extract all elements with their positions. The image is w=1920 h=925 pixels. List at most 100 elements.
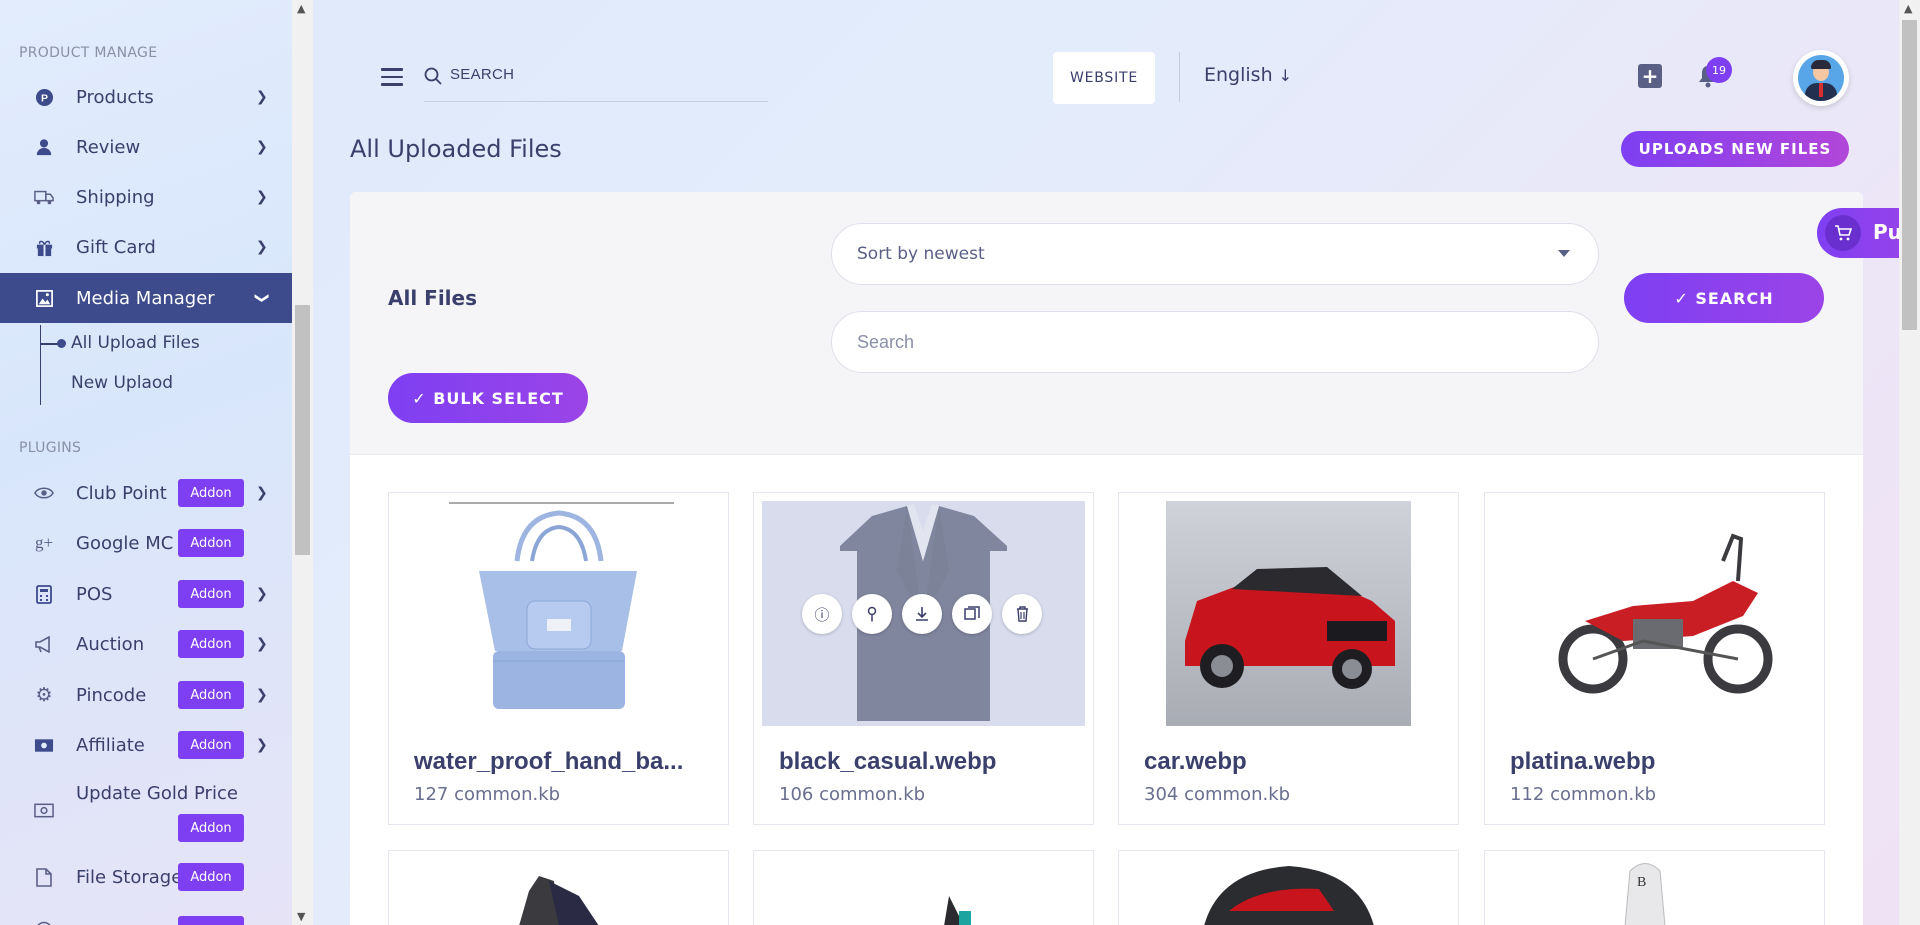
trash-icon[interactable] [1002,594,1042,634]
sidebar-item-partial[interactable] [0,905,292,925]
chevron-right-icon: ❯ [256,139,268,155]
file-thumbnail[interactable] [1493,501,1816,726]
bulk-select-label: BULK SELECT [433,388,564,408]
sidebar-item-pincode[interactable]: ⚙ Pincode Addon ❯ [0,670,292,720]
website-button[interactable]: WEBSITE [1053,52,1155,104]
addon-badge: Addon [178,681,244,709]
avatar[interactable] [1793,50,1849,106]
file-size: 112 common.kb [1510,784,1657,805]
chevron-right-icon: ❯ [256,737,268,753]
file-card[interactable]: B [1484,850,1825,925]
file-thumbnail[interactable] [1127,501,1450,726]
page-title: All Uploaded Files [350,135,562,163]
file-card[interactable]: water_proof_hand_ba... 127 common.kb [388,492,729,825]
files-search-input[interactable] [857,312,1557,372]
files-search-field [831,311,1599,373]
chevron-right-icon: ❯ [256,485,268,501]
sidebar-item-products[interactable]: P Products ❯ [0,72,292,122]
clock-icon [34,920,54,925]
search-button[interactable]: ✓ SEARCH [1624,273,1824,323]
add-icon[interactable]: + [1638,64,1662,88]
bulk-select-button[interactable]: ✓ BULK SELECT [388,373,588,423]
addon-badge: Addon [178,731,244,759]
addon-badge: Addon [178,814,244,842]
sidebar-item-review[interactable]: Review ❯ [0,122,292,172]
file-icon [34,867,54,887]
sidebar-item-affiliate[interactable]: Affiliate Addon ❯ [0,720,292,770]
sidebar-item-auction[interactable]: Auction Addon ❯ [0,619,292,669]
submenu-item-all-upload-files[interactable]: All Upload Files [71,333,200,353]
gift-icon [34,237,54,257]
addon-badge: Addon [178,529,244,557]
chevron-right-icon: ❯ [256,239,268,255]
file-thumbnail[interactable]: ⓘ [762,501,1085,726]
money-icon [34,800,54,820]
language-selector[interactable]: English ↓ [1204,64,1292,86]
sidebar-item-label: Club Point [76,482,167,504]
money-icon [34,735,54,755]
chevron-right-icon: ❯ [256,636,268,652]
sidebar-scrollbar[interactable]: ▲ ▼ [292,0,313,925]
gear-icon: ⚙ [35,684,53,706]
download-icon[interactable] [902,594,942,634]
products-icon: P [34,87,54,107]
scrollbar-thumb[interactable] [295,305,310,555]
submenu-active-dot [40,339,66,348]
file-card[interactable]: platina.webp 112 common.kb [1484,492,1825,825]
sidebar-item-label: POS [76,583,113,605]
sidebar-item-label: Pincode [76,684,147,706]
user-icon [34,137,54,157]
submenu-item-new-upload[interactable]: New Uplaod [71,373,173,393]
file-name: water_proof_hand_ba... [414,748,684,775]
chevron-right-icon: ❯ [256,586,268,602]
file-card[interactable]: car.webp 304 common.kb [1118,492,1459,825]
sort-select[interactable]: Sort by newest [831,223,1599,285]
submenu-line [40,325,41,405]
file-thumbnail[interactable] [397,501,720,726]
sidebar-item-gift-card[interactable]: Gift Card ❯ [0,222,292,272]
file-card[interactable] [1118,850,1459,925]
pin-icon[interactable] [852,594,892,634]
floating-label: Pu [1873,220,1902,244]
search-button-label: SEARCH [1695,288,1774,308]
section-label-plugins: PLUGINS [19,440,82,456]
info-icon[interactable]: ⓘ [802,594,842,634]
file-name: black_casual.webp [779,748,997,775]
sidebar-item-shipping[interactable]: Shipping ❯ [0,172,292,222]
scroll-down-arrow-icon[interactable]: ▼ [297,910,305,923]
sidebar-item-label: Products [76,86,154,108]
file-card[interactable]: ⓘ black_casual.webp 106 common.kb [753,492,1094,825]
top-search-input[interactable] [450,66,750,83]
sidebar-item-google-mc[interactable]: g+ Google MC Addon [0,518,292,568]
file-card[interactable] [753,850,1094,925]
sidebar-item-pos[interactable]: POS Addon ❯ [0,569,292,619]
file-size: 106 common.kb [779,784,926,805]
file-card[interactable] [388,850,729,925]
page-scrollbar[interactable]: ▲ [1899,0,1920,925]
sidebar-item-club-point[interactable]: Club Point Addon ❯ [0,468,292,518]
sidebar: PRODUCT MANAGE P Products ❯ Review ❯ Shi… [0,0,292,925]
image-icon [34,288,54,308]
scroll-up-arrow-icon[interactable]: ▲ [1904,2,1912,15]
svg-text:P: P [41,93,48,104]
scroll-up-arrow-icon[interactable]: ▲ [297,2,305,15]
addon-badge: Addon [178,479,244,507]
sort-select-value: Sort by newest [857,244,985,264]
top-search [424,62,768,102]
sidebar-item-update-gold-price[interactable]: Update Gold Price Addon [0,770,292,850]
check-icon: ✓ [412,388,434,408]
language-label: English [1204,64,1273,86]
hamburger-menu-icon[interactable] [381,68,403,86]
file-name: platina.webp [1510,748,1656,775]
sidebar-item-label: File Storage [76,866,183,888]
sidebar-item-media-manager[interactable]: Media Manager ❯ [0,273,292,323]
copy-icon[interactable] [952,594,992,634]
addon-badge: Addon [178,863,244,891]
files-card-header: All Files Sort by newest ✓ SEARCH ✓ BULK… [350,192,1863,455]
upload-new-files-button[interactable]: UPLOADS NEW FILES [1621,131,1849,167]
search-icon [424,67,442,90]
chevron-down-icon: ❯ [253,292,270,304]
scrollbar-thumb[interactable] [1902,20,1917,330]
sidebar-item-file-storage[interactable]: File Storage Addon [0,852,292,902]
check-icon: ✓ [1674,288,1696,308]
